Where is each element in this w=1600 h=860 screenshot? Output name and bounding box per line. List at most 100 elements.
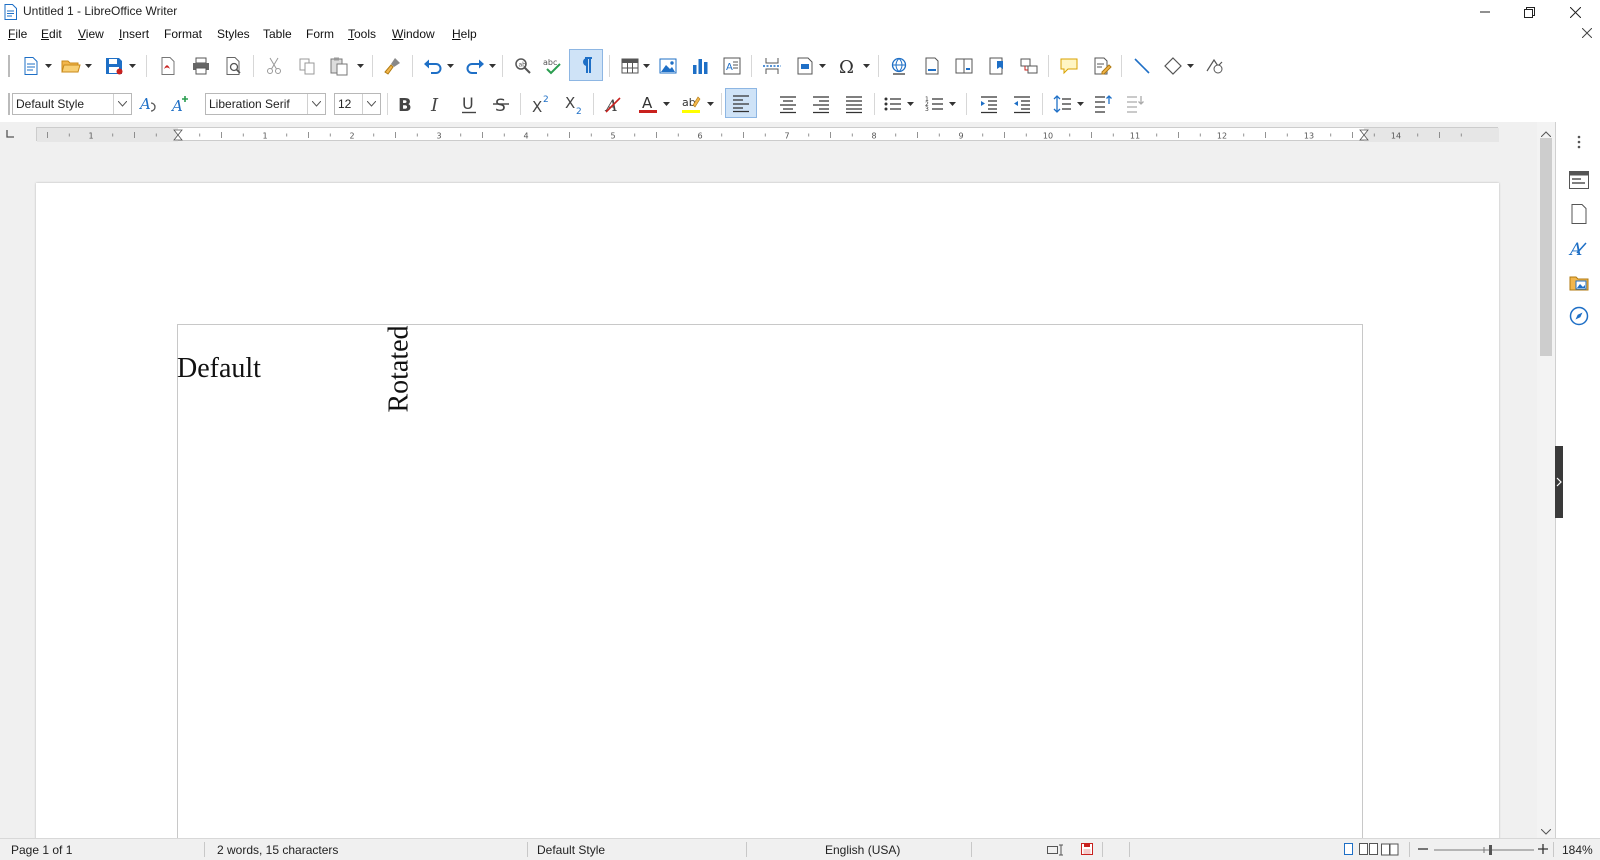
paragraph-style-combo[interactable]: Default Style bbox=[12, 93, 132, 115]
menu-edit[interactable]: Edit bbox=[41, 27, 62, 41]
sidebar-navigator-button[interactable] bbox=[1567, 304, 1591, 328]
sidebar-page-button[interactable] bbox=[1567, 202, 1591, 226]
decrease-indent-button[interactable] bbox=[1009, 91, 1035, 117]
insert-line-button[interactable] bbox=[1129, 53, 1155, 79]
book-view-button[interactable] bbox=[1381, 843, 1399, 859]
cut-button[interactable] bbox=[261, 53, 287, 79]
close-window-button[interactable] bbox=[1552, 0, 1598, 24]
insert-comment-button[interactable] bbox=[1056, 53, 1082, 79]
sidebar-properties-button[interactable] bbox=[1567, 168, 1591, 192]
ordered-list-dropdown[interactable] bbox=[948, 91, 956, 117]
unordered-list-dropdown[interactable] bbox=[906, 91, 914, 117]
insert-table-dropdown[interactable] bbox=[642, 53, 650, 79]
horizontal-ruler[interactable]: 1 1 2 3 4 5 6 7 8 9 10 11 12 13 14 bbox=[36, 127, 1499, 142]
find-replace-button[interactable]: ab bbox=[510, 53, 536, 79]
justify-button[interactable] bbox=[841, 91, 867, 117]
text-language[interactable]: English (USA) bbox=[825, 843, 900, 857]
restore-button[interactable] bbox=[1506, 0, 1552, 24]
insert-footnote-button[interactable] bbox=[919, 53, 945, 79]
special-character-dropdown[interactable] bbox=[862, 53, 870, 79]
insert-cross-reference-button[interactable] bbox=[1016, 53, 1042, 79]
increase-indent-button[interactable] bbox=[976, 91, 1002, 117]
paste-button[interactable] bbox=[326, 53, 352, 79]
menu-table[interactable]: Table bbox=[263, 27, 292, 41]
basic-shapes-dropdown[interactable] bbox=[1186, 53, 1194, 79]
decrease-paragraph-spacing-button[interactable] bbox=[1122, 91, 1148, 117]
print-preview-button[interactable] bbox=[221, 53, 247, 79]
highlight-color-dropdown[interactable] bbox=[706, 91, 714, 117]
superscript-button[interactable]: X2 bbox=[528, 91, 554, 117]
sidebar-collapse-handle[interactable] bbox=[1555, 446, 1563, 518]
copy-button[interactable] bbox=[294, 53, 320, 79]
insert-page-break-button[interactable] bbox=[759, 53, 785, 79]
line-spacing-dropdown[interactable] bbox=[1076, 91, 1084, 117]
redo-button[interactable] bbox=[462, 53, 488, 79]
menu-form[interactable]: Form bbox=[306, 27, 334, 41]
insert-bookmark-button[interactable] bbox=[984, 53, 1010, 79]
menu-format[interactable]: Format bbox=[164, 27, 202, 41]
menu-file[interactable]: File bbox=[8, 27, 27, 41]
zoom-slider[interactable] bbox=[1434, 844, 1534, 856]
undo-dropdown[interactable] bbox=[446, 53, 454, 79]
chevron-down-icon[interactable] bbox=[362, 94, 380, 114]
align-center-button[interactable] bbox=[775, 91, 801, 117]
document-page[interactable]: Default Rotated bbox=[36, 183, 1499, 838]
text-default[interactable]: Default bbox=[177, 353, 261, 385]
redo-dropdown[interactable] bbox=[488, 53, 496, 79]
sidebar-styles-button[interactable]: A bbox=[1567, 236, 1591, 260]
underline-button[interactable]: U bbox=[456, 91, 482, 117]
paste-dropdown[interactable] bbox=[356, 53, 364, 79]
insert-table-button[interactable] bbox=[617, 53, 643, 79]
selection-mode[interactable] bbox=[1047, 844, 1065, 859]
insert-special-character-button[interactable]: Ω bbox=[834, 53, 860, 79]
track-changes-button[interactable] bbox=[1089, 53, 1115, 79]
page-style[interactable]: Default Style bbox=[537, 843, 605, 857]
strikethrough-button[interactable]: S bbox=[488, 91, 514, 117]
zoom-out-button[interactable] bbox=[1418, 843, 1428, 858]
update-style-button[interactable]: A bbox=[136, 91, 162, 117]
unordered-list-button[interactable] bbox=[880, 91, 906, 117]
tab-stop-selector[interactable] bbox=[6, 128, 16, 138]
line-spacing-button[interactable] bbox=[1050, 91, 1076, 117]
multi-page-view-button[interactable] bbox=[1359, 843, 1379, 859]
menu-styles[interactable]: Styles bbox=[217, 27, 250, 41]
scrollbar-thumb[interactable] bbox=[1540, 138, 1552, 356]
bold-button[interactable]: B bbox=[391, 91, 417, 117]
ordered-list-button[interactable]: 123 bbox=[922, 91, 948, 117]
save-button[interactable] bbox=[101, 53, 127, 79]
italic-button[interactable]: I bbox=[423, 91, 449, 117]
menu-insert[interactable]: Insert bbox=[119, 27, 149, 41]
save-dropdown[interactable] bbox=[128, 53, 136, 79]
document-modified-indicator[interactable] bbox=[1081, 843, 1093, 858]
close-document-button[interactable] bbox=[1581, 27, 1593, 41]
increase-paragraph-spacing-button[interactable] bbox=[1090, 91, 1116, 117]
font-color-dropdown[interactable] bbox=[662, 91, 670, 117]
clone-formatting-button[interactable] bbox=[380, 53, 406, 79]
new-document-dropdown[interactable] bbox=[44, 53, 52, 79]
new-document-button[interactable] bbox=[18, 53, 44, 79]
new-style-button[interactable]: A bbox=[168, 91, 194, 117]
page-count[interactable]: Page 1 of 1 bbox=[11, 843, 72, 857]
undo-button[interactable] bbox=[420, 53, 446, 79]
print-button[interactable] bbox=[188, 53, 214, 79]
chevron-down-icon[interactable] bbox=[307, 94, 325, 114]
menu-help[interactable]: Help bbox=[452, 27, 477, 41]
align-right-button[interactable] bbox=[808, 91, 834, 117]
font-name-combo[interactable]: Liberation Serif bbox=[205, 93, 326, 115]
clear-formatting-button[interactable]: A bbox=[600, 91, 626, 117]
zoom-in-button[interactable] bbox=[1538, 843, 1548, 858]
insert-chart-button[interactable] bbox=[687, 53, 713, 79]
export-pdf-button[interactable] bbox=[155, 53, 181, 79]
word-count[interactable]: 2 words, 15 characters bbox=[217, 843, 338, 857]
basic-shapes-button[interactable] bbox=[1160, 53, 1186, 79]
formatting-marks-toggle[interactable] bbox=[569, 49, 603, 81]
insert-hyperlink-button[interactable] bbox=[886, 53, 912, 79]
insert-endnote-button[interactable] bbox=[951, 53, 977, 79]
scroll-down-arrow[interactable] bbox=[1540, 824, 1552, 838]
menu-window[interactable]: Window bbox=[392, 27, 435, 41]
highlight-color-button[interactable]: ab bbox=[678, 91, 704, 117]
show-draw-functions-button[interactable] bbox=[1202, 53, 1228, 79]
insert-image-button[interactable] bbox=[655, 53, 681, 79]
subscript-button[interactable]: X2 bbox=[561, 91, 587, 117]
vertical-scrollbar[interactable] bbox=[1537, 122, 1555, 838]
